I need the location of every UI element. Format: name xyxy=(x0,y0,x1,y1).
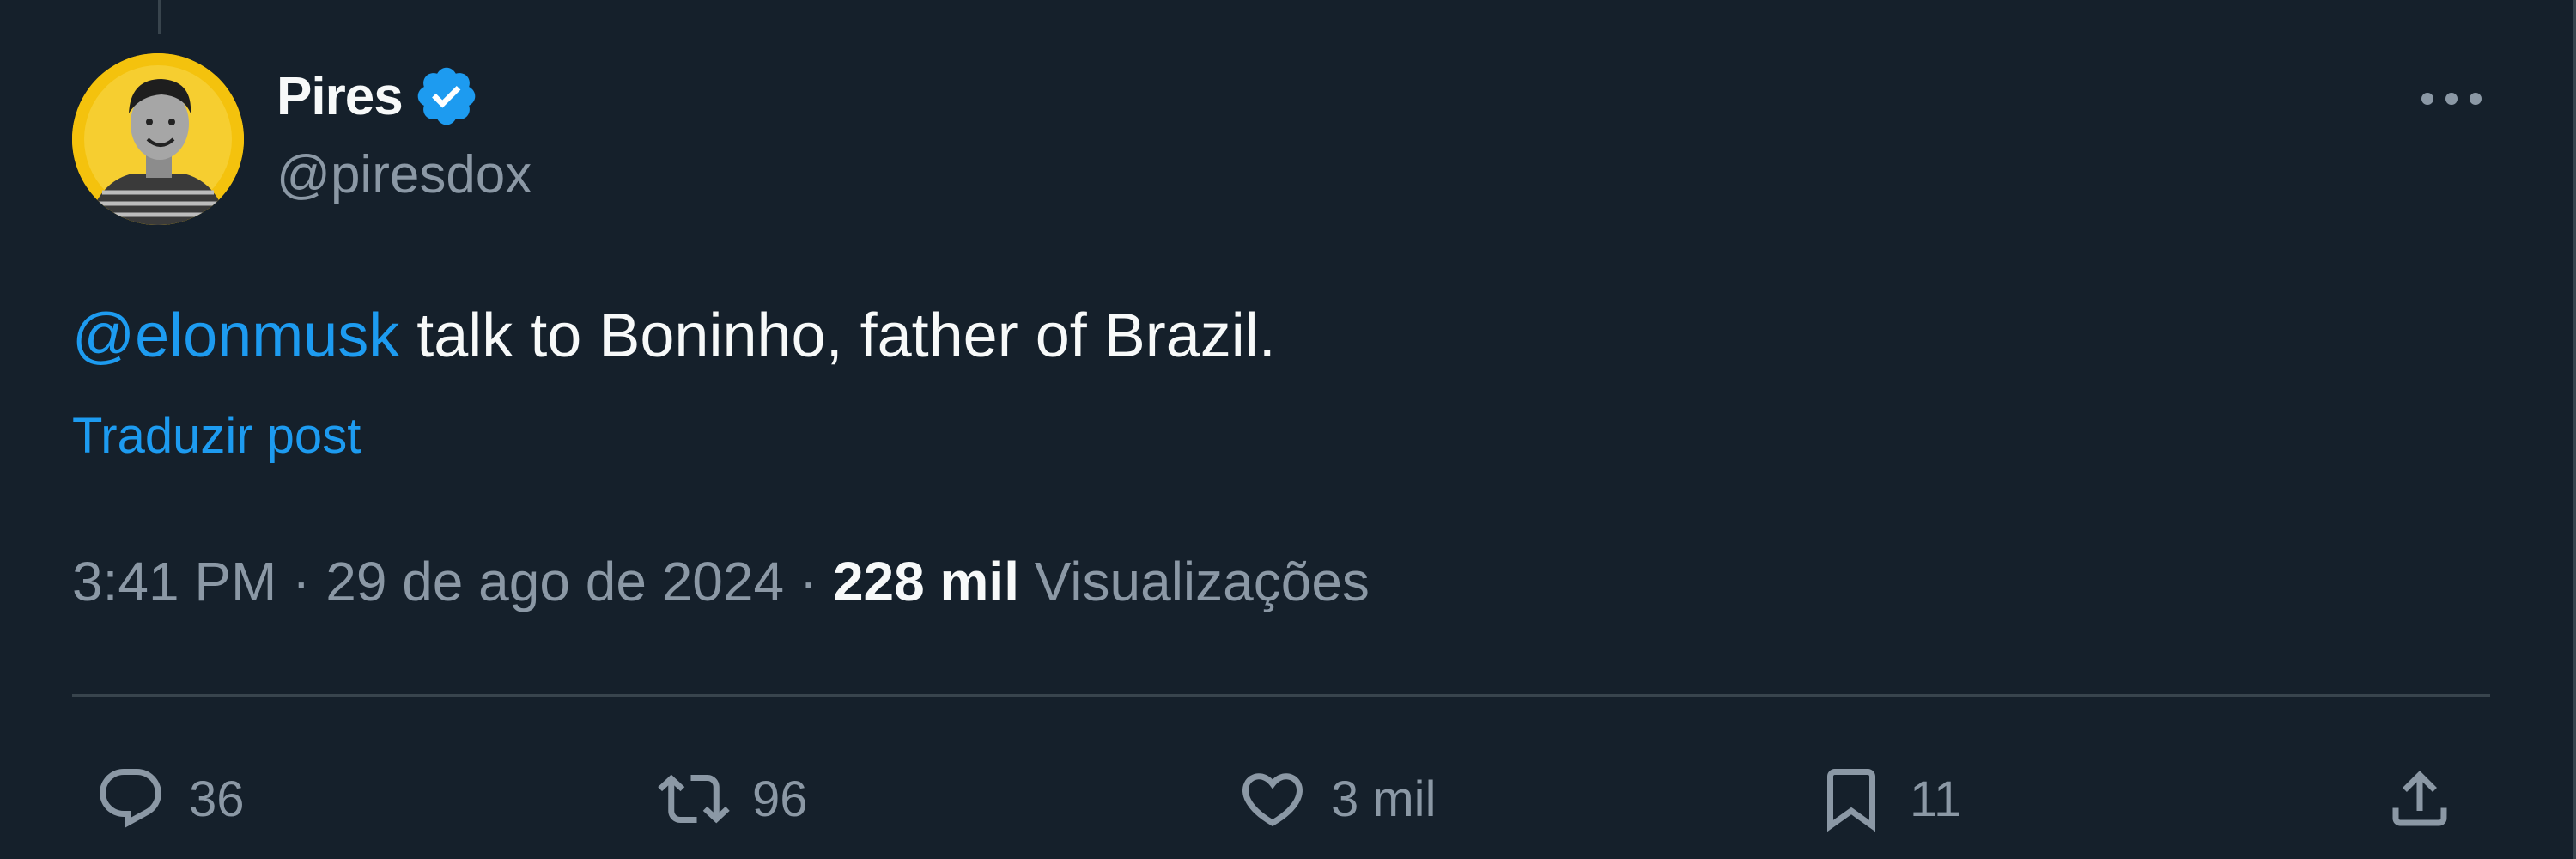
mention-link[interactable]: @elonmusk xyxy=(72,302,399,370)
share-icon xyxy=(2392,771,2447,826)
like-count: 3 mil xyxy=(1331,771,1437,827)
meta-separator: · xyxy=(276,551,326,612)
thread-connector-line xyxy=(158,0,161,34)
reply-count: 36 xyxy=(189,771,245,827)
avatar[interactable] xyxy=(72,53,244,225)
repost-icon xyxy=(658,774,730,824)
action-bar: 36 96 3 mil 11 xyxy=(0,756,2576,842)
meta-separator: · xyxy=(784,551,833,612)
author-row: Pires xyxy=(276,62,480,131)
post-time[interactable]: 3:41 PM xyxy=(72,551,276,612)
translate-post-link[interactable]: Traduzir post xyxy=(72,407,361,465)
heart-icon xyxy=(1242,773,1303,827)
repost-count: 96 xyxy=(752,771,808,827)
avatar-image xyxy=(72,53,244,225)
verified-badge-icon[interactable] xyxy=(413,63,480,130)
post-meta: 3:41 PM · 29 de ago de 2024 · 228 mil Vi… xyxy=(72,550,1370,613)
bookmark-button[interactable]: 11 xyxy=(1815,756,1961,842)
reply-button[interactable]: 36 xyxy=(94,756,245,842)
author-handle[interactable]: @piresdox xyxy=(276,144,532,205)
reply-icon xyxy=(100,769,161,828)
post-card: Pires @piresdox @elonmusk talk to Boninh… xyxy=(0,0,2576,859)
bookmark-count: 11 xyxy=(1910,771,1962,827)
like-button[interactable]: 3 mil xyxy=(1236,756,1436,842)
divider xyxy=(72,694,2490,697)
share-button[interactable] xyxy=(2384,756,2456,842)
post-text-content: talk to Boninho, father of Brazil. xyxy=(399,302,1276,370)
repost-button[interactable]: 96 xyxy=(658,756,808,842)
author-name[interactable]: Pires xyxy=(276,66,404,127)
post-text: @elonmusk talk to Boninho, father of Bra… xyxy=(72,301,1276,371)
views-label: Visualizações xyxy=(1034,551,1370,612)
post-date[interactable]: 29 de ago de 2024 xyxy=(325,551,784,612)
bookmark-icon xyxy=(1827,769,1875,832)
views-count: 228 mil xyxy=(832,551,1019,612)
more-horizontal-icon xyxy=(2421,93,2482,105)
more-options-button[interactable] xyxy=(2413,69,2490,129)
